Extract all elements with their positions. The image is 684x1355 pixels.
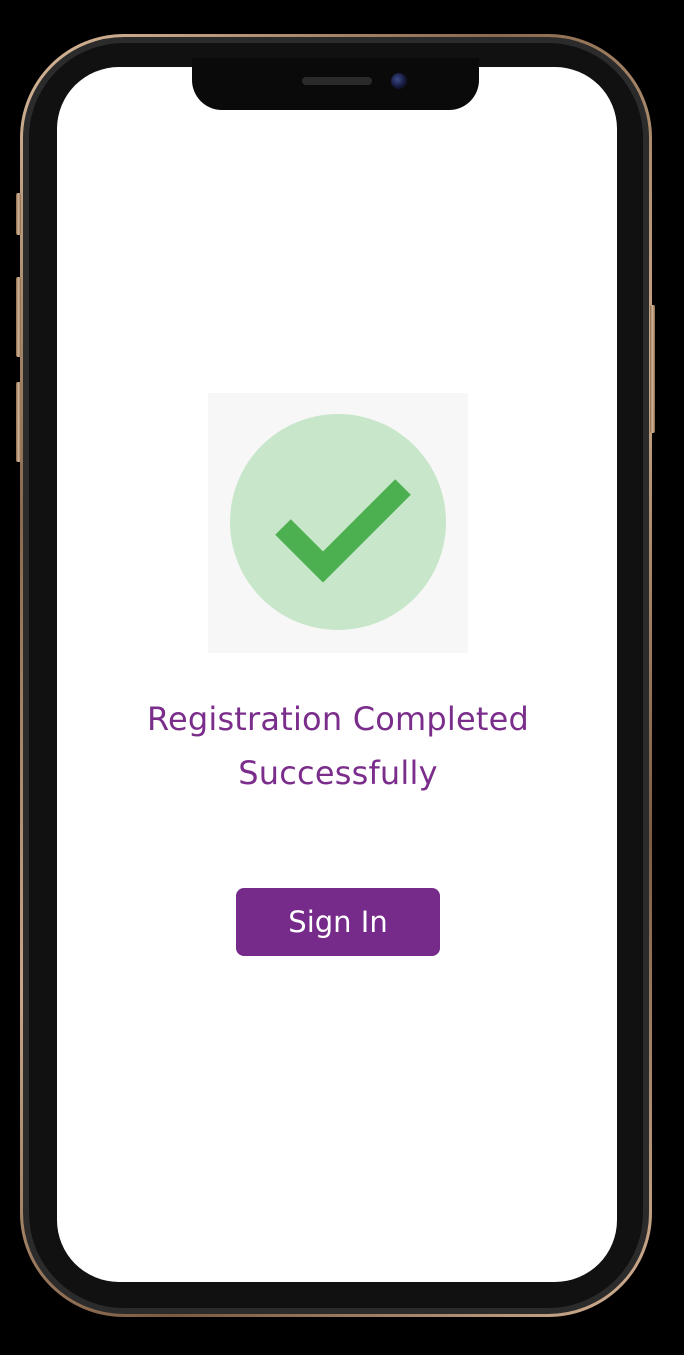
message-line-2: Successfully [238,754,438,792]
volume-up-button [16,277,21,357]
success-illustration [208,393,468,653]
checkmark-icon [275,479,411,583]
message-line-1: Registration Completed [146,700,530,738]
volume-down-button [16,382,21,462]
power-button [650,305,655,433]
sign-in-button[interactable]: Sign In [236,888,440,956]
earpiece-speaker [302,77,372,85]
check-circle-icon [230,414,446,630]
registration-success-message: Registration Completed Successfully [96,692,580,800]
phone-screen [57,67,617,1282]
front-camera [391,73,407,89]
mute-switch [16,193,21,235]
